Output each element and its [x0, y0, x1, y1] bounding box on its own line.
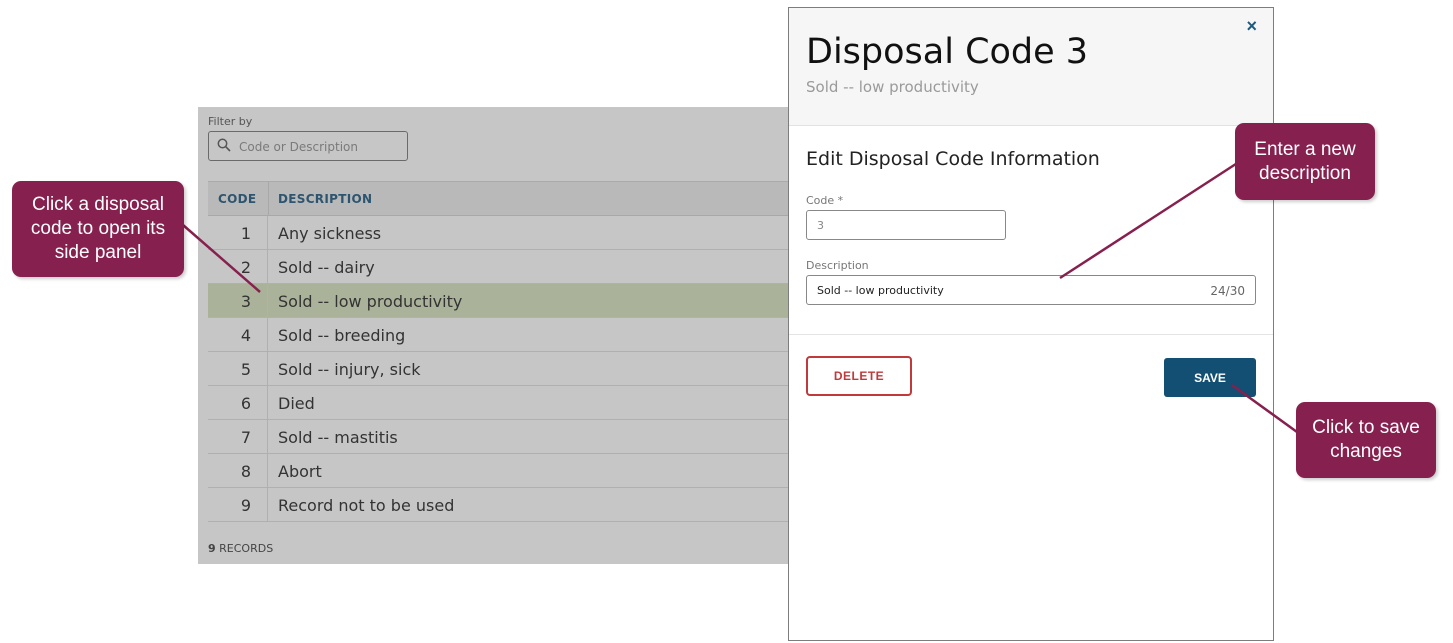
row-description: Sold -- mastitis	[278, 428, 398, 447]
code-cell: 6	[208, 386, 268, 419]
row-code: 5	[240, 360, 251, 379]
row-description: Record not to be used	[278, 496, 455, 515]
table-row[interactable]: 7 Sold -- mastitis	[208, 420, 790, 454]
description-label: Description	[806, 259, 869, 272]
code-cell: 3	[208, 284, 268, 317]
codes-table: CODE DESCRIPTION 1 Any sickness 2 Sold -- d…	[208, 181, 790, 522]
code-cell: 8	[208, 454, 268, 487]
code-cell: 7	[208, 420, 268, 453]
code-value: 3	[817, 219, 824, 232]
row-description: Abort	[278, 462, 322, 481]
row-description: Sold -- dairy	[278, 258, 375, 277]
row-code: 8	[240, 462, 251, 481]
row-code: 2	[240, 258, 251, 277]
filter-input[interactable]: Code or Description	[208, 131, 408, 161]
column-header-description[interactable]: DESCRIPTION	[278, 192, 372, 206]
code-label: Code *	[806, 194, 844, 207]
row-description: Sold -- low productivity	[278, 292, 463, 311]
code-cell: 5	[208, 352, 268, 385]
divider	[789, 334, 1273, 335]
callout-description: Enter a new description	[1235, 123, 1375, 200]
disposal-code-list: Filter by Code or Description CODE DESCR…	[198, 107, 790, 564]
row-code: 3	[240, 292, 251, 311]
row-code: 7	[240, 428, 251, 447]
description-field[interactable]: Sold -- low productivity 24/30	[806, 275, 1256, 305]
callout-open-panel: Click a disposal code to open its side p…	[12, 181, 184, 277]
row-code: 1	[240, 224, 251, 243]
table-row[interactable]: 6 Died	[208, 386, 790, 420]
section-title: Edit Disposal Code Information	[806, 148, 1100, 170]
column-header-code[interactable]: CODE	[218, 192, 256, 206]
code-cell: 1	[208, 216, 268, 249]
code-cell: 2	[208, 250, 268, 283]
table-row[interactable]: 5 Sold -- injury, sick	[208, 352, 790, 386]
save-button[interactable]: SAVE	[1164, 358, 1256, 397]
code-cell: 9	[208, 488, 268, 521]
filter-placeholder: Code or Description	[239, 140, 358, 154]
row-code: 4	[240, 326, 251, 345]
code-cell: 4	[208, 318, 268, 351]
table-row[interactable]: 4 Sold -- breeding	[208, 318, 790, 352]
side-panel: × Disposal Code 3 Sold -- low productivi…	[788, 7, 1274, 641]
table-header: CODE DESCRIPTION	[208, 182, 790, 216]
description-value: Sold -- low productivity	[817, 284, 944, 297]
row-code: 9	[240, 496, 251, 515]
row-description: Sold -- breeding	[278, 326, 406, 345]
table-row[interactable]: 8 Abort	[208, 454, 790, 488]
callout-save: Click to save changes	[1296, 402, 1436, 478]
row-description: Died	[278, 394, 315, 413]
panel-title: Disposal Code 3	[806, 32, 1089, 72]
table-row[interactable]: 1 Any sickness	[208, 216, 790, 250]
row-description: Any sickness	[278, 224, 382, 243]
char-counter: 24/30	[1210, 284, 1245, 298]
row-description: Sold -- injury, sick	[278, 360, 421, 379]
delete-button[interactable]: DELETE	[806, 356, 912, 396]
table-row[interactable]: 3 Sold -- low productivity	[208, 284, 790, 318]
search-icon	[217, 138, 231, 152]
filter-label: Filter by	[208, 115, 253, 128]
row-code: 6	[240, 394, 251, 413]
table-row[interactable]: 2 Sold -- dairy	[208, 250, 790, 284]
table-row[interactable]: 9 Record not to be used	[208, 488, 790, 522]
records-count: 9 RECORDS	[208, 542, 274, 555]
panel-header: × Disposal Code 3 Sold -- low productivi…	[789, 8, 1273, 126]
code-field[interactable]: 3	[806, 210, 1006, 240]
panel-subtitle: Sold -- low productivity	[806, 78, 979, 96]
close-icon[interactable]: ×	[1246, 16, 1257, 37]
